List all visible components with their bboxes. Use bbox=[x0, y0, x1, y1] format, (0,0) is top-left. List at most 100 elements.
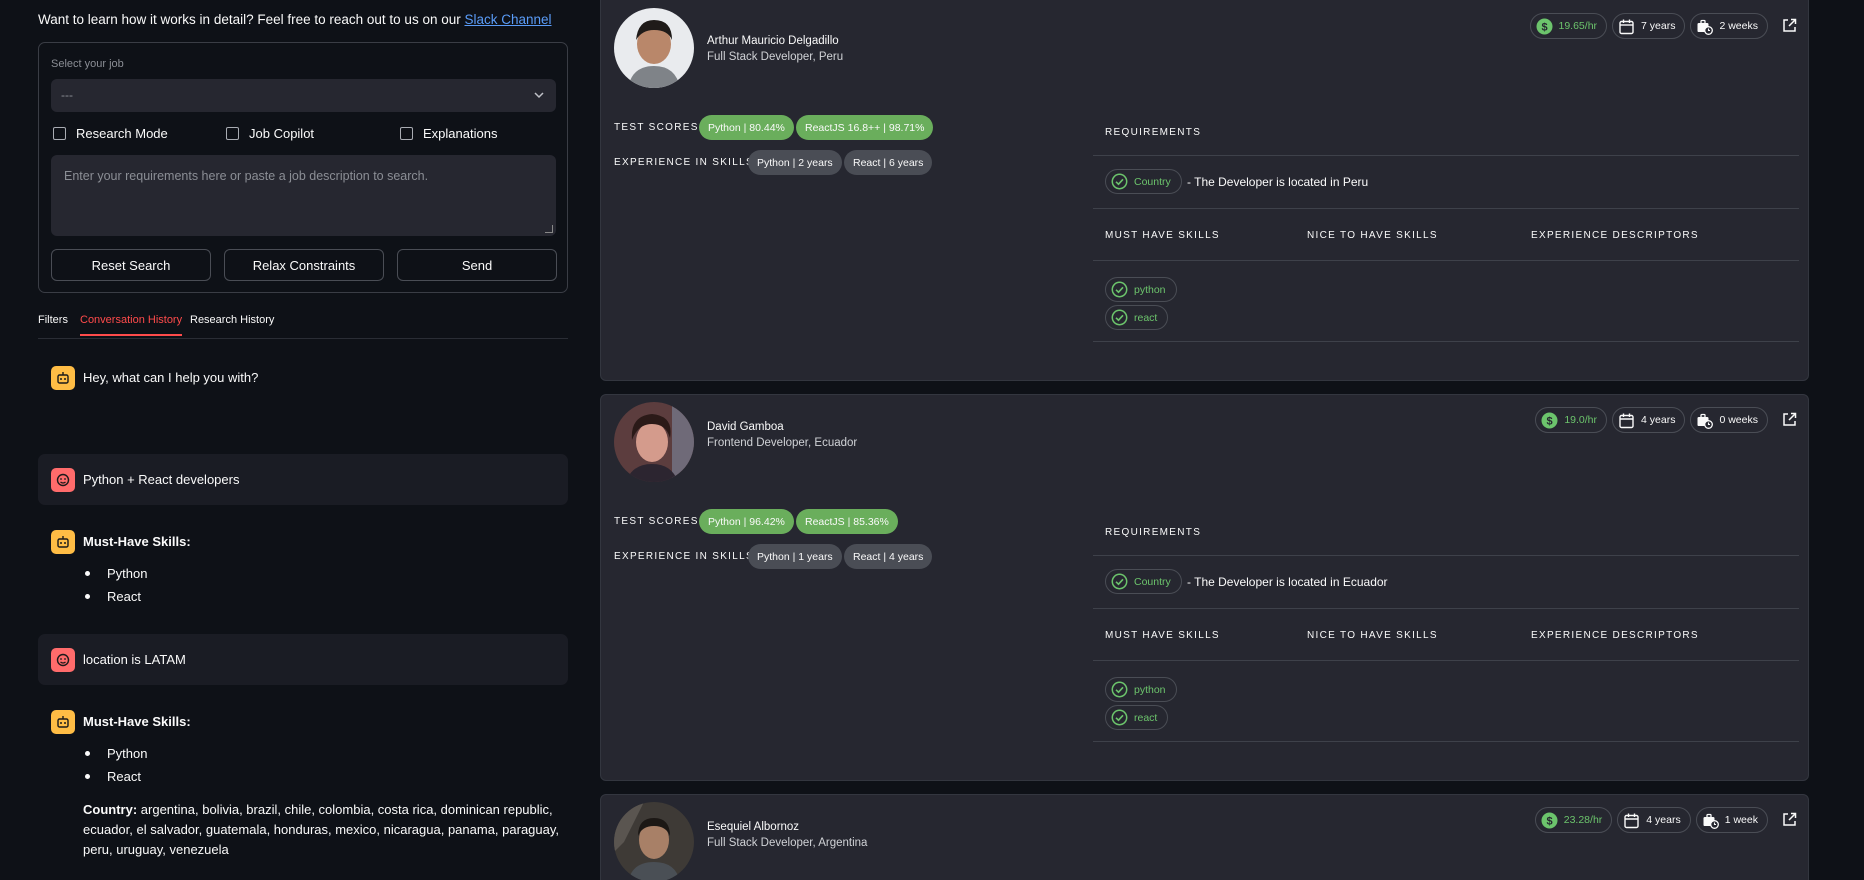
skill-tag-label: react bbox=[1134, 311, 1158, 324]
divider bbox=[1093, 608, 1799, 609]
job-copilot-label: Job Copilot bbox=[249, 126, 315, 141]
tab-research-history[interactable]: Research History bbox=[190, 314, 274, 334]
svg-text:$: $ bbox=[1546, 815, 1552, 827]
divider bbox=[1093, 260, 1799, 261]
availability: 2 weeks bbox=[1719, 20, 1758, 32]
must-have-heading: MUST HAVE SKILLS bbox=[1105, 230, 1220, 241]
must-have-skill-tag: python bbox=[1105, 277, 1177, 302]
robot-icon bbox=[57, 372, 69, 384]
list-item-text: React bbox=[107, 589, 141, 604]
divider bbox=[1093, 660, 1799, 661]
reply-title: Must-Have Skills: bbox=[83, 714, 191, 729]
candidate-card: Esequiel Albornoz Full Stack Developer, … bbox=[600, 794, 1809, 880]
test-score-pill: ReactJS | 85.36% bbox=[796, 509, 898, 534]
must-have-heading: MUST HAVE SKILLS bbox=[1105, 630, 1220, 641]
location-requirement-text: - The Developer is located in Ecuador bbox=[1187, 575, 1388, 589]
candidate-name: David Gamboa bbox=[707, 421, 784, 433]
availability: 0 weeks bbox=[1719, 414, 1758, 426]
experience-skills-label: EXPERIENCE IN SKILLS: bbox=[614, 157, 759, 168]
calendar-icon bbox=[1619, 413, 1634, 428]
avatar-image bbox=[614, 402, 694, 482]
user-message: Python + React developers bbox=[38, 454, 568, 505]
list-item: Python bbox=[83, 746, 147, 761]
candidate-role: Full Stack Developer, Peru bbox=[707, 51, 844, 63]
research-mode-checkbox[interactable]: Research Mode bbox=[53, 126, 168, 141]
skill-tag-label: python bbox=[1134, 683, 1166, 696]
divider bbox=[1093, 208, 1799, 209]
requirements-textarea[interactable]: Enter your requirements here or paste a … bbox=[51, 155, 556, 236]
country-tag-label: Country bbox=[1134, 575, 1171, 588]
dollar-icon: $ bbox=[1536, 18, 1552, 34]
nice-to-have-heading: NICE TO HAVE SKILLS bbox=[1307, 230, 1438, 241]
hourly-rate: 23.28/hr bbox=[1563, 814, 1603, 826]
tab-filters[interactable]: Filters bbox=[38, 314, 68, 334]
resize-handle[interactable] bbox=[545, 225, 553, 233]
skill-tag-label: react bbox=[1134, 711, 1158, 724]
country-values: argentina, bolivia, brazil, chile, colom… bbox=[83, 802, 560, 857]
tab-conversation-history[interactable]: Conversation History bbox=[80, 314, 183, 336]
divider bbox=[1093, 555, 1799, 556]
bot-avatar bbox=[51, 366, 75, 390]
candidate-card: David Gamboa Frontend Developer, Ecuador… bbox=[600, 394, 1809, 781]
experience-badge: 4 years bbox=[1617, 807, 1691, 833]
reset-search-button[interactable]: Reset Search bbox=[51, 249, 211, 281]
textarea-placeholder: Enter your requirements here or paste a … bbox=[64, 169, 429, 183]
hourly-rate: 19.0/hr bbox=[1564, 414, 1598, 426]
external-link-icon[interactable] bbox=[1781, 411, 1798, 428]
candidate-role: Frontend Developer, Ecuador bbox=[707, 437, 858, 449]
bullet-dot bbox=[85, 774, 90, 779]
test-score-pill: Python | 96.42% bbox=[699, 509, 794, 534]
candidate-stats: $ 23.28/hr 4 years 1 week bbox=[1534, 807, 1768, 833]
divider bbox=[1093, 341, 1799, 342]
search-form: Select your job --- Research Mode Job Co… bbox=[38, 42, 568, 293]
send-button[interactable]: Send bbox=[397, 249, 557, 281]
divider bbox=[1093, 741, 1799, 742]
robot-icon bbox=[57, 716, 69, 728]
explanations-label: Explanations bbox=[423, 126, 498, 141]
external-link-icon[interactable] bbox=[1781, 17, 1798, 34]
bot-avatar bbox=[51, 710, 75, 734]
test-scores-label: TEST SCORES: bbox=[614, 516, 703, 527]
avatar-image bbox=[614, 8, 694, 88]
options-row: Research Mode Job Copilot Explanations bbox=[53, 126, 553, 146]
chevron-down-icon bbox=[534, 92, 544, 99]
svg-text:$: $ bbox=[1547, 415, 1553, 427]
candidate-photo bbox=[614, 8, 694, 88]
briefcase-clock-icon bbox=[1703, 813, 1719, 829]
user-avatar bbox=[51, 647, 75, 672]
reply-title: Must-Have Skills: bbox=[83, 534, 191, 549]
candidate-name: Arthur Mauricio Delgadillo bbox=[707, 35, 839, 47]
user-message-text: Python + React developers bbox=[83, 472, 240, 487]
robot-icon bbox=[57, 536, 69, 548]
user-message-text: location is LATAM bbox=[83, 652, 186, 667]
external-link-icon[interactable] bbox=[1781, 811, 1798, 828]
assistant-message: Hey, what can I help you with? bbox=[38, 366, 568, 390]
experience-badge: 4 years bbox=[1612, 407, 1686, 433]
candidate-role: Full Stack Developer, Argentina bbox=[707, 837, 868, 849]
relax-constraints-button[interactable]: Relax Constraints bbox=[224, 249, 384, 281]
test-score-pill: Python | 80.44% bbox=[699, 115, 794, 140]
candidate-stats: $ 19.0/hr 4 years 0 weeks bbox=[1535, 407, 1768, 433]
experience-skills-label: EXPERIENCE IN SKILLS: bbox=[614, 551, 759, 562]
list-item-text: React bbox=[107, 769, 141, 784]
test-scores-label: TEST SCORES: bbox=[614, 122, 703, 133]
experience-years: 4 years bbox=[1641, 414, 1676, 426]
job-copilot-checkbox[interactable]: Job Copilot bbox=[226, 126, 314, 141]
intro-text: Want to learn how it works in detail? Fe… bbox=[38, 12, 552, 27]
list-item-text: Python bbox=[107, 566, 148, 581]
dollar-icon: $ bbox=[1541, 812, 1558, 828]
test-score-pill: ReactJS 16.8++ | 98.71% bbox=[796, 115, 934, 140]
experience-descriptors-heading: EXPERIENCE DESCRIPTORS bbox=[1531, 630, 1699, 641]
slack-channel-link[interactable]: Slack Channel bbox=[464, 12, 551, 27]
checkbox-box[interactable] bbox=[53, 127, 66, 140]
checkbox-box[interactable] bbox=[226, 127, 239, 140]
job-select-value: --- bbox=[61, 88, 73, 102]
must-have-skill-tag: python bbox=[1105, 677, 1177, 702]
country-tag: Country bbox=[1105, 569, 1182, 594]
explanations-checkbox[interactable]: Explanations bbox=[400, 126, 497, 141]
check-circle-icon bbox=[1111, 309, 1128, 326]
job-select[interactable]: --- bbox=[51, 79, 556, 112]
requirements-panel: REQUIREMENTS Country - The Developer is … bbox=[1093, 515, 1799, 775]
checkbox-box[interactable] bbox=[400, 127, 413, 140]
hourly-rate-badge: $ 23.28/hr bbox=[1534, 807, 1613, 833]
